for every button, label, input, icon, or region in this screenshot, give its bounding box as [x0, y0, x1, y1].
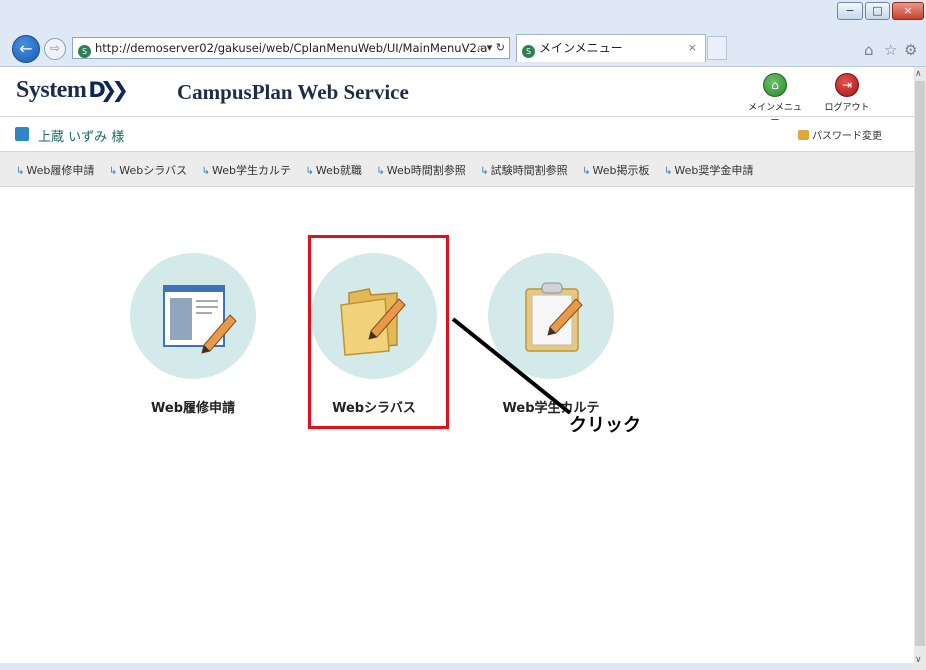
back-button[interactable]: ←: [12, 35, 40, 63]
forward-button[interactable]: ⇨: [44, 38, 66, 60]
tab-title: メインメニュー: [539, 41, 623, 55]
page-content: SystemD❯❯ CampusPlan Web Service ⌂ メインメニ…: [0, 67, 914, 670]
browser-tab[interactable]: S メインメニュー ×: [516, 34, 706, 62]
address-bar[interactable]: Shttp://demoserver02/gakusei/web/CplanMe…: [72, 37, 510, 59]
maximize-button[interactable]: □: [865, 2, 890, 20]
settings-gear-icon[interactable]: ⚙: [904, 41, 917, 59]
browser-navbar: ← ⇨ Shttp://demoserver02/gakusei/web/Cpl…: [0, 28, 926, 67]
home-icon[interactable]: ⌂: [864, 41, 874, 59]
arrow-left-icon: ←: [19, 39, 33, 58]
favorites-star-icon[interactable]: ☆: [884, 41, 897, 59]
url-text: http://demoserver02/gakusei/web/CplanMen…: [95, 41, 488, 55]
scroll-thumb[interactable]: [915, 81, 925, 646]
site-favicon-icon: S: [78, 45, 91, 58]
tab-close-button[interactable]: ×: [688, 35, 697, 61]
close-window-button[interactable]: ×: [892, 2, 924, 20]
status-bar: [0, 663, 914, 670]
scroll-down-icon[interactable]: ∨: [915, 655, 922, 665]
minimize-button[interactable]: −: [837, 2, 863, 20]
scroll-up-icon[interactable]: ∧: [915, 69, 922, 79]
address-controls[interactable]: ⌕ ▾ ↻: [477, 38, 505, 58]
vertical-scrollbar[interactable]: ∧ ∨: [914, 67, 926, 670]
click-annotation: クリック: [569, 415, 641, 436]
new-tab-button[interactable]: [707, 36, 727, 60]
arrow-right-icon: ⇨: [49, 41, 61, 55]
pointer-line: [451, 317, 572, 415]
tab-favicon-icon: S: [522, 45, 535, 58]
